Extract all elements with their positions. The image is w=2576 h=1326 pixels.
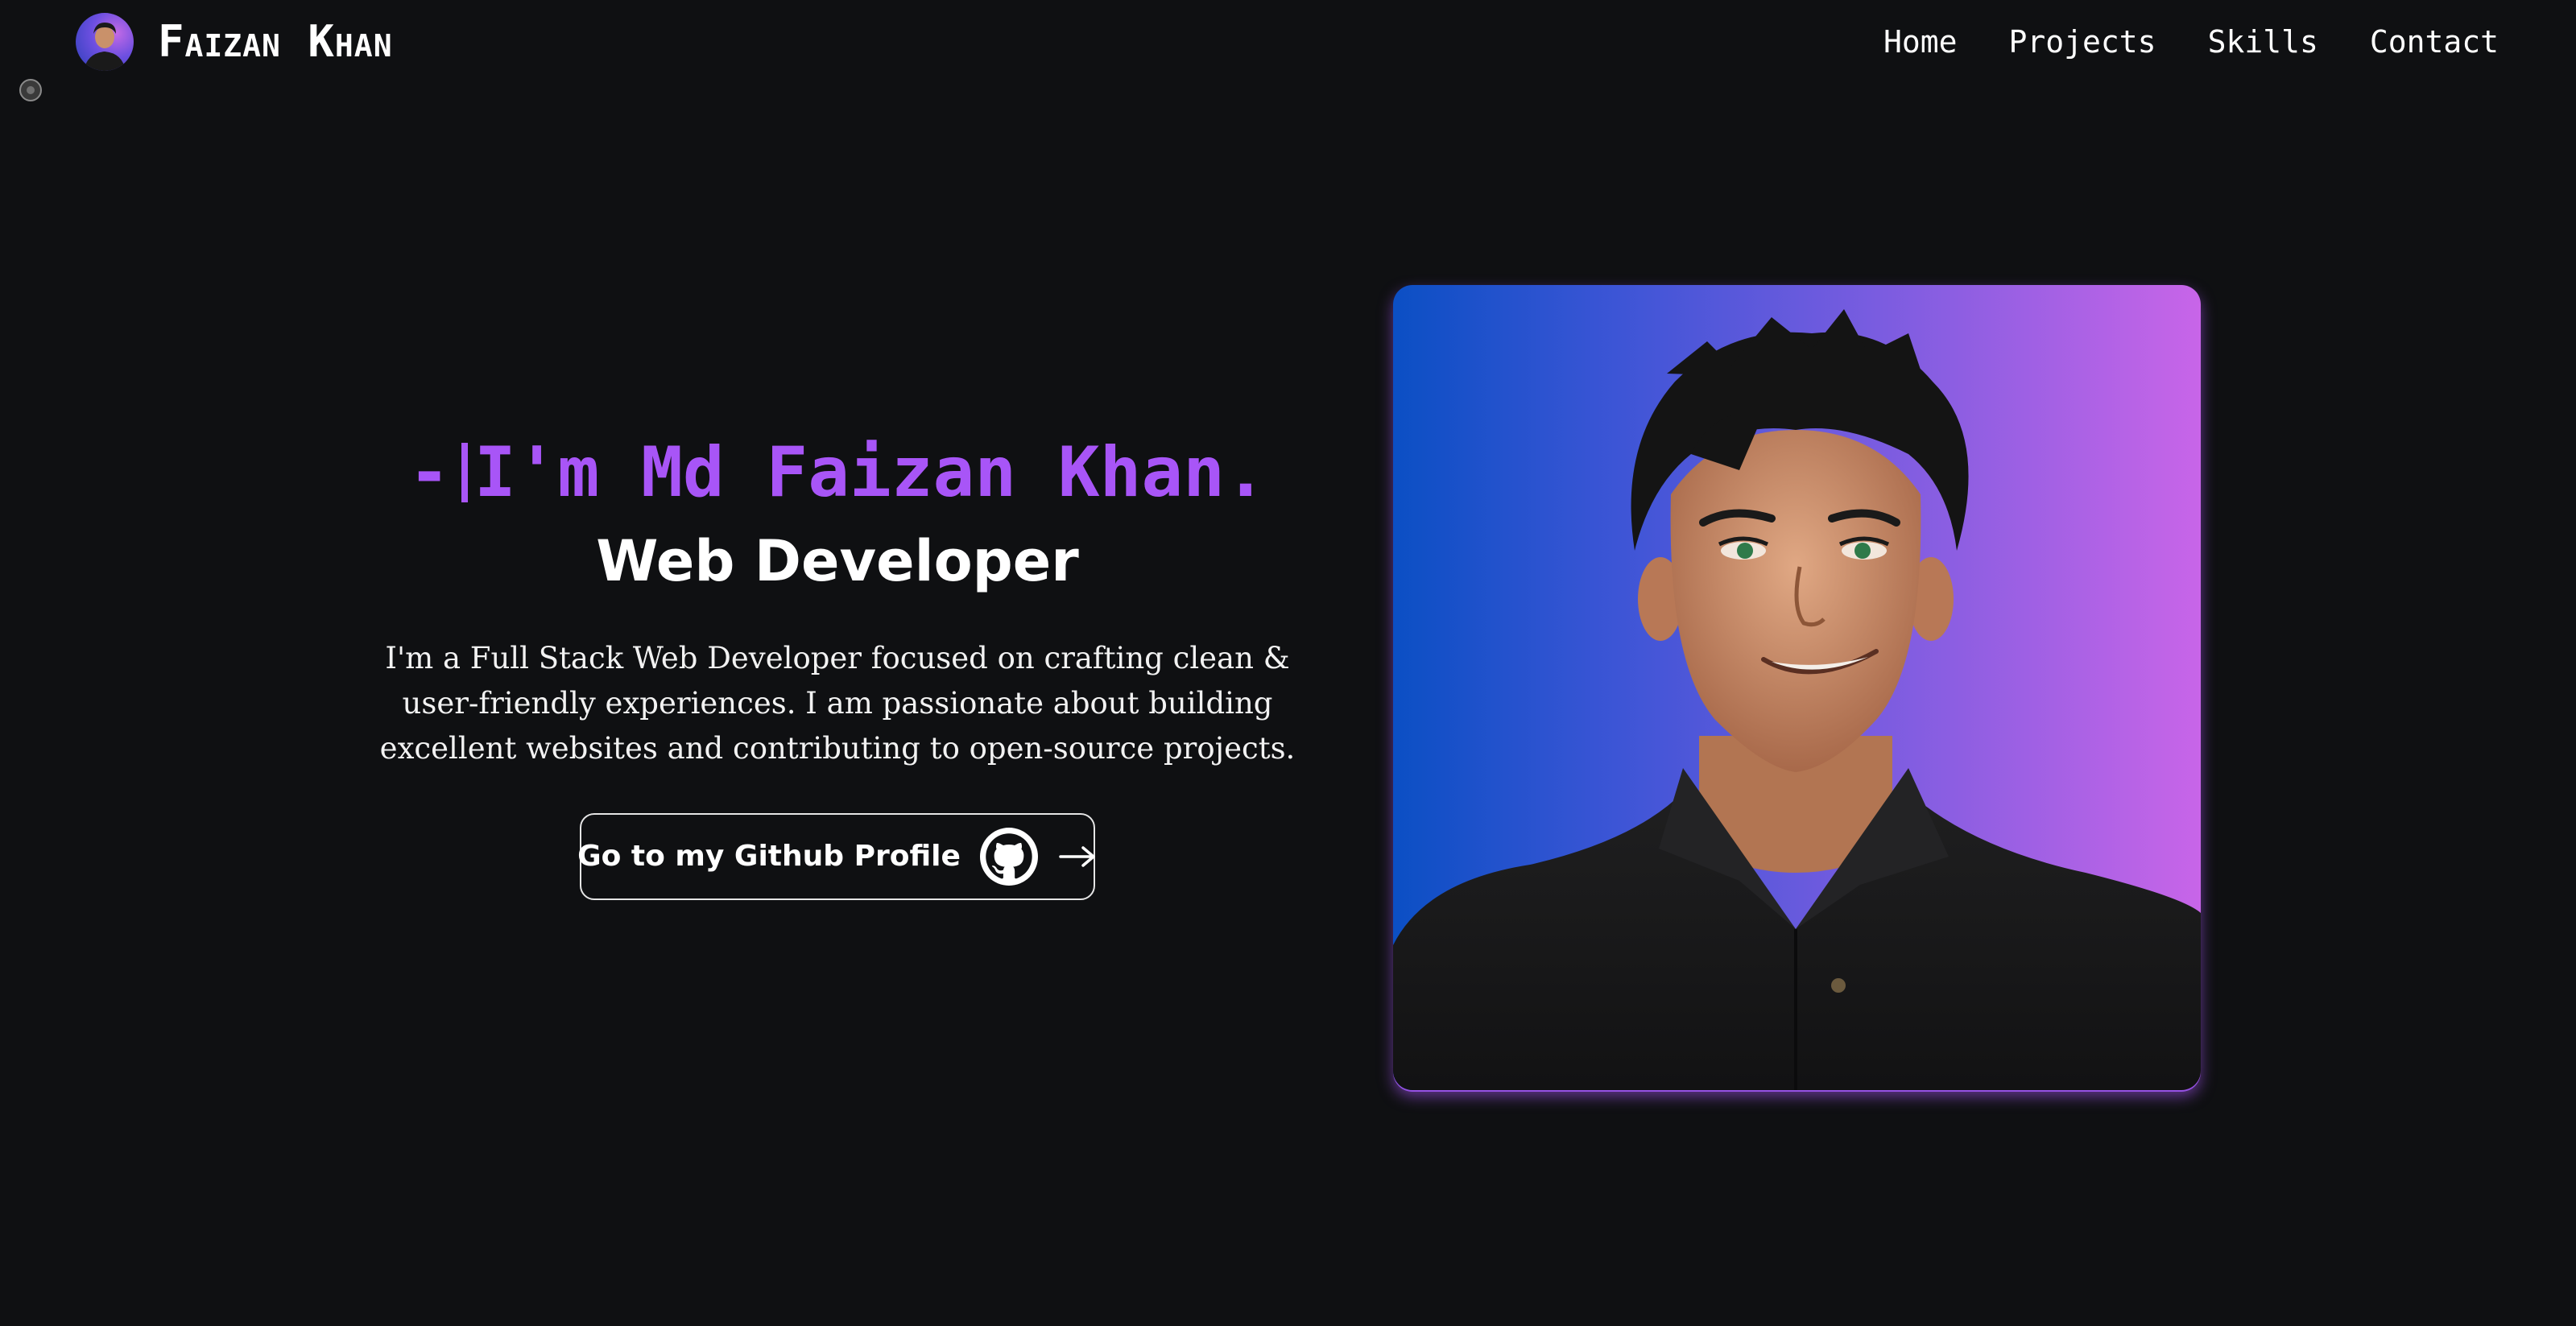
cursor-indicator-icon	[19, 79, 42, 101]
intro-heading: - I'm Md Faizan Khan.	[354, 435, 1321, 511]
nav-skills[interactable]: Skills	[2208, 24, 2318, 60]
bio-paragraph: I'm a Full Stack Web Developer focused o…	[379, 640, 1296, 766]
brand-avatar	[76, 13, 134, 71]
navbar: Faizan Khan Home Projects Skills Contact	[0, 0, 2576, 84]
nav-home[interactable]: Home	[1883, 24, 1958, 60]
arrow-right-icon	[1057, 845, 1098, 869]
portrait-image	[1393, 285, 2201, 1090]
typing-cursor-icon	[461, 443, 468, 502]
brand-home-link[interactable]: Faizan Khan	[76, 13, 393, 71]
brand-name-first: Faizan	[158, 16, 281, 67]
github-icon	[979, 827, 1038, 886]
brand-name: Faizan Khan	[158, 20, 393, 64]
nav-contact[interactable]: Contact	[2370, 24, 2499, 60]
github-profile-button[interactable]: Go to my Github Profile	[577, 812, 1098, 900]
intro-dash: -	[408, 432, 450, 513]
nav-links: Home Projects Skills Contact	[1883, 18, 2499, 66]
role-title: Web Developer	[596, 527, 1079, 594]
nav-projects[interactable]: Projects	[2009, 24, 2156, 60]
intro-text: I'm Md Faizan Khan.	[474, 432, 1267, 513]
brand-name-last: Khan	[308, 16, 393, 67]
hero-intro: - I'm Md Faizan Khan. Web Developer I'm a…	[354, 435, 1321, 900]
github-button-label: Go to my Github Profile	[577, 840, 961, 874]
